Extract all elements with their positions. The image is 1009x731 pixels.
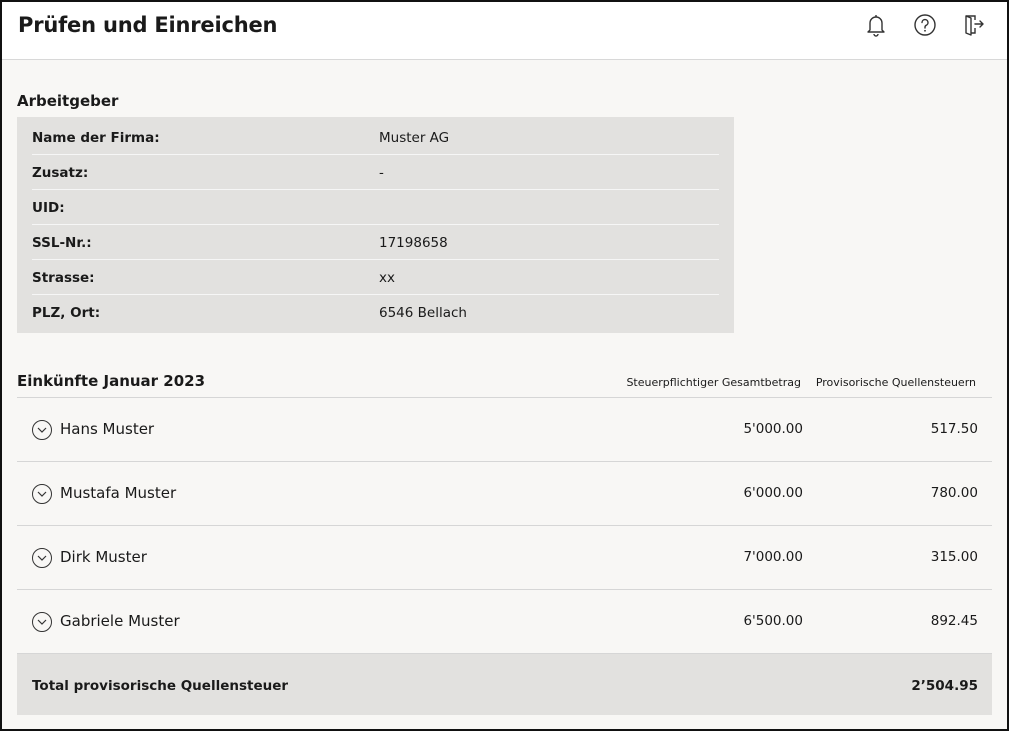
income-row[interactable]: Gabriele Muster 6'500.00 892.45 <box>17 589 992 653</box>
employer-value: 6546 Bellach <box>379 305 467 321</box>
total-value: 2’504.95 <box>911 678 978 694</box>
chevron-down-icon[interactable] <box>32 484 52 504</box>
chevron-down-icon[interactable] <box>32 612 52 632</box>
employer-value: Muster AG <box>379 130 450 146</box>
taxable-amount: 6'500.00 <box>743 613 803 629</box>
employer-value: 17198658 <box>379 235 448 251</box>
employer-label: Name der Firma: <box>32 130 160 146</box>
employer-label: Zusatz: <box>32 165 89 181</box>
taxable-amount: 7'000.00 <box>743 549 803 565</box>
employer-row-street: Strasse: xx <box>32 260 719 295</box>
page-title: Prüfen und Einreichen <box>18 13 278 37</box>
chevron-down-icon[interactable] <box>32 420 52 440</box>
income-section-title: Einkünfte Januar 2023 <box>17 372 206 390</box>
tax-amount: 892.45 <box>930 613 978 629</box>
employer-row-ssl: SSL-Nr.: 17198658 <box>32 225 719 260</box>
income-row[interactable]: Hans Muster 5'000.00 517.50 <box>17 397 992 461</box>
app-window: Prüfen und Einreichen Arbeitgeber Name d… <box>0 0 1009 731</box>
employer-row-uid: UID: <box>32 190 719 225</box>
employer-label: PLZ, Ort: <box>32 305 101 321</box>
taxable-amount: 5'000.00 <box>743 421 803 437</box>
employer-info-table: Name der Firma: Muster AG Zusatz: - UID:… <box>17 117 734 333</box>
employer-row-company: Name der Firma: Muster AG <box>32 120 719 155</box>
employer-label: SSL-Nr.: <box>32 235 92 251</box>
income-row[interactable]: Dirk Muster 7'000.00 315.00 <box>17 525 992 589</box>
column-header-taxable: Steuerpflichtiger Gesamtbetrag <box>626 376 801 389</box>
person-name: Hans Muster <box>60 420 155 438</box>
person-name: Gabriele Muster <box>60 612 180 630</box>
help-icon[interactable] <box>912 12 938 38</box>
tax-amount: 780.00 <box>930 485 978 501</box>
taxable-amount: 6'000.00 <box>743 485 803 501</box>
column-header-tax: Provisorische Quellensteuern <box>815 376 976 389</box>
bell-icon[interactable] <box>863 12 889 38</box>
total-row: Total provisorische Quellensteuer 2’504.… <box>17 653 992 715</box>
employer-value: xx <box>379 270 395 286</box>
logout-icon[interactable] <box>961 12 987 38</box>
page-header: Prüfen und Einreichen <box>2 2 1007 60</box>
employer-value: - <box>379 165 384 181</box>
employer-section-title: Arbeitgeber <box>17 92 119 110</box>
income-row[interactable]: Mustafa Muster 6'000.00 780.00 <box>17 461 992 525</box>
person-name: Mustafa Muster <box>60 484 177 502</box>
tax-amount: 517.50 <box>930 421 978 437</box>
tax-amount: 315.00 <box>930 549 978 565</box>
employer-row-addition: Zusatz: - <box>32 155 719 190</box>
chevron-down-icon[interactable] <box>32 548 52 568</box>
total-label: Total provisorische Quellensteuer <box>32 678 289 694</box>
employer-label: Strasse: <box>32 270 95 286</box>
employer-row-city: PLZ, Ort: 6546 Bellach <box>32 295 719 330</box>
person-name: Dirk Muster <box>60 548 147 566</box>
employer-label: UID: <box>32 200 65 216</box>
